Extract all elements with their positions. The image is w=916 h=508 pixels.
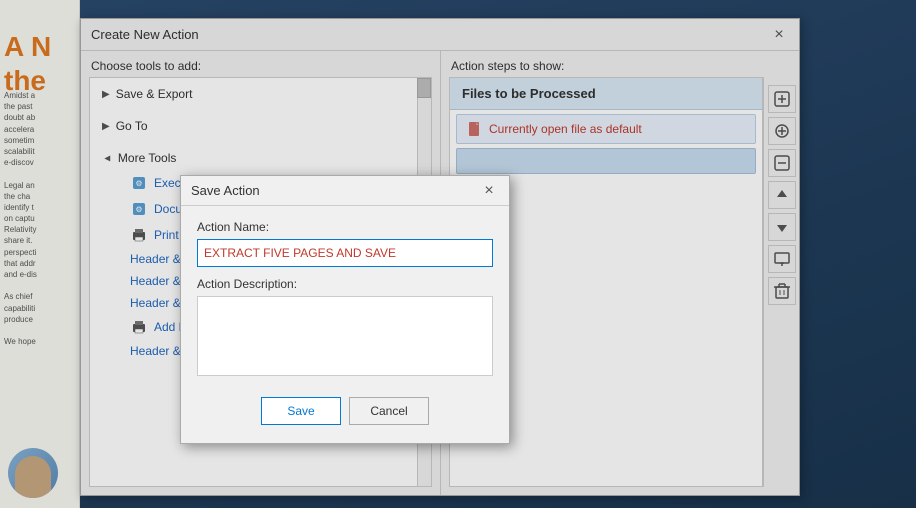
cancel-button[interactable]: Cancel bbox=[349, 397, 429, 425]
action-description-label: Action Description: bbox=[197, 277, 493, 291]
save-button[interactable]: Save bbox=[261, 397, 341, 425]
action-name-label: Action Name: bbox=[197, 220, 493, 234]
action-description-input[interactable] bbox=[197, 296, 493, 376]
save-dialog-titlebar: Save Action × bbox=[181, 176, 509, 206]
save-dialog-title: Save Action bbox=[191, 183, 260, 198]
save-dialog-close-button[interactable]: × bbox=[479, 181, 499, 201]
dialog-buttons: Save Cancel bbox=[197, 389, 493, 429]
action-name-input[interactable] bbox=[197, 239, 493, 267]
save-dialog-body: Action Name: Action Description: Save Ca… bbox=[181, 206, 509, 443]
save-action-dialog: Save Action × Action Name: Action Descri… bbox=[180, 175, 510, 444]
